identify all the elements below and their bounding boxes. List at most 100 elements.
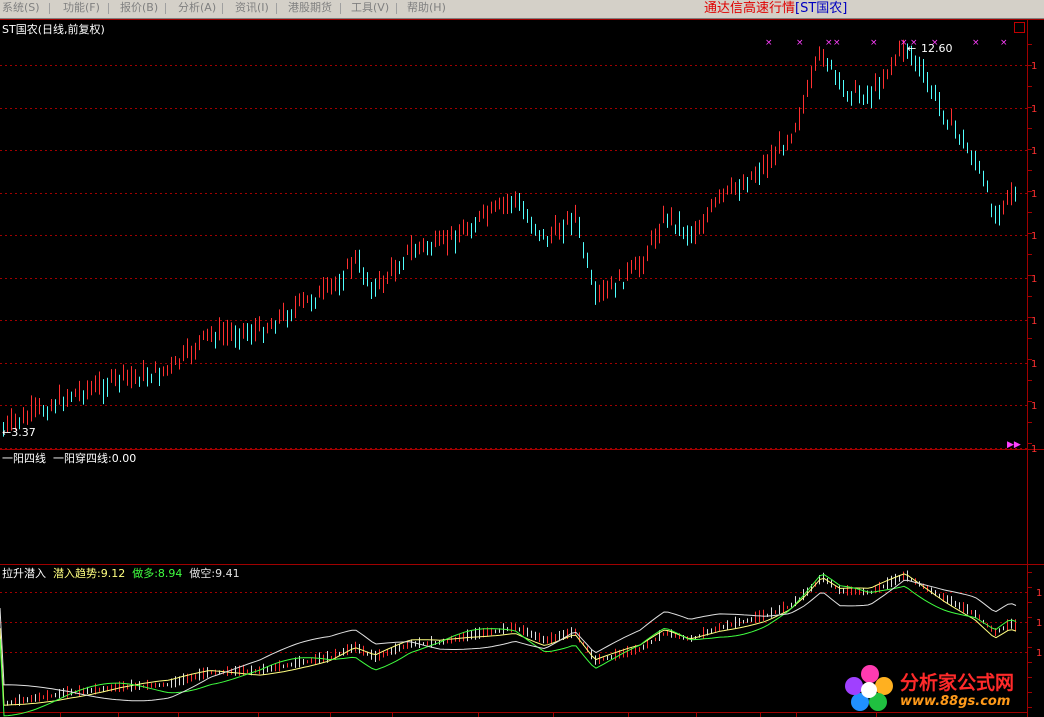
candle-body — [843, 84, 844, 93]
axis-tick-label: 1 — [1036, 648, 1042, 659]
axis-tick-label: 1 — [1031, 189, 1037, 200]
candle-body — [635, 258, 636, 268]
candle-body — [207, 333, 208, 337]
candle-body — [707, 210, 708, 219]
candle-body — [287, 313, 288, 324]
candle-body — [427, 245, 428, 251]
candle-body — [771, 149, 772, 164]
candle-body — [555, 218, 556, 232]
candle-body — [947, 122, 948, 128]
candle-body — [323, 282, 324, 295]
candle-body — [799, 112, 800, 126]
low-price-value: 3.37 — [11, 426, 36, 439]
candle-body — [295, 300, 296, 314]
signal-marker: × — [833, 38, 841, 48]
candle-body — [299, 297, 300, 303]
candle-body — [267, 325, 268, 331]
candle-body — [379, 276, 380, 285]
candle-body — [119, 380, 120, 387]
candle-body — [967, 144, 968, 152]
candle-body — [391, 262, 392, 271]
signal-marker: × — [972, 38, 980, 48]
candle-body — [835, 74, 836, 81]
candle-body — [923, 64, 924, 78]
candle-body — [739, 182, 740, 198]
candle-body — [611, 281, 612, 285]
candle-body — [487, 211, 488, 221]
candle-body — [363, 270, 364, 282]
candle-body — [783, 147, 784, 154]
candle-body — [935, 88, 936, 98]
candle-body — [35, 403, 36, 412]
candle-body — [931, 89, 932, 96]
candle-body — [511, 200, 512, 209]
candle-body — [291, 312, 292, 318]
candle-body — [599, 290, 600, 297]
candle-body — [75, 390, 76, 395]
candle-body — [999, 210, 1000, 220]
indicator2-label: 拉升潜入 潜入趋势:9.12 做多:8.94 做空:9.41 — [2, 567, 240, 580]
candle-body — [811, 70, 812, 84]
main-panel-label: ST国农(日线,前复权) — [2, 23, 105, 36]
candle-body — [711, 201, 712, 210]
chart-canvas[interactable]: 1111111111111× × × × × × × × × ×▶▶ — [0, 0, 1044, 717]
candle-body — [531, 219, 532, 231]
candle-body — [975, 155, 976, 167]
candle-body — [979, 164, 980, 171]
candle-body — [943, 115, 944, 120]
candle-body — [459, 226, 460, 241]
candle-body — [743, 176, 744, 188]
candle-body — [971, 153, 972, 163]
candle-body — [727, 188, 728, 192]
candle-body — [343, 274, 344, 287]
candle-body — [759, 167, 760, 180]
candle-body — [987, 183, 988, 190]
candle-body — [719, 193, 720, 200]
logo-url[interactable]: www.88gs.com — [900, 694, 1010, 709]
indicator1-name: 一阳四线 — [2, 452, 46, 465]
candle-body — [647, 247, 648, 260]
low-price-label: ←3.37 — [2, 426, 36, 439]
candle-body — [563, 225, 564, 238]
candle-body — [951, 110, 952, 124]
candle-body — [303, 296, 304, 304]
candle-body — [271, 320, 272, 327]
candle-body — [775, 148, 776, 164]
axis-tick-label: 1 — [1031, 274, 1037, 285]
candle-body — [583, 246, 584, 254]
candle-body — [235, 329, 236, 344]
candle-body — [915, 60, 916, 67]
candle-body — [699, 222, 700, 233]
candle-body — [703, 216, 704, 232]
candle-body — [383, 279, 384, 289]
candle-body — [983, 173, 984, 184]
candle-body — [483, 208, 484, 215]
candle-body — [839, 77, 840, 84]
candle-body — [1007, 195, 1008, 200]
candle-body — [319, 287, 320, 296]
candle-body — [567, 214, 568, 222]
short-value: 做空:9.41 — [189, 567, 240, 580]
candle-body — [167, 368, 168, 373]
candle-body — [679, 217, 680, 231]
candle-body — [879, 82, 880, 94]
candle-body — [919, 60, 920, 73]
candle-body — [779, 137, 780, 148]
candle-body — [1015, 189, 1016, 199]
candle-body — [195, 345, 196, 357]
candle-body — [523, 203, 524, 217]
maximize-icon[interactable] — [1014, 22, 1025, 33]
candle-body — [255, 322, 256, 337]
scroll-right-icon: ▶▶ — [1007, 440, 1021, 450]
candle-body — [963, 133, 964, 145]
signal-marker: × — [1000, 38, 1008, 48]
signal-marker: × — [825, 38, 833, 48]
candle-body — [503, 202, 504, 209]
candle-body — [471, 225, 472, 236]
candle-body — [23, 409, 24, 421]
long-value: 做多:8.94 — [132, 567, 183, 580]
candle-body — [223, 326, 224, 341]
candle-body — [575, 209, 576, 218]
candle-body — [371, 285, 372, 296]
candle-body — [823, 53, 824, 63]
